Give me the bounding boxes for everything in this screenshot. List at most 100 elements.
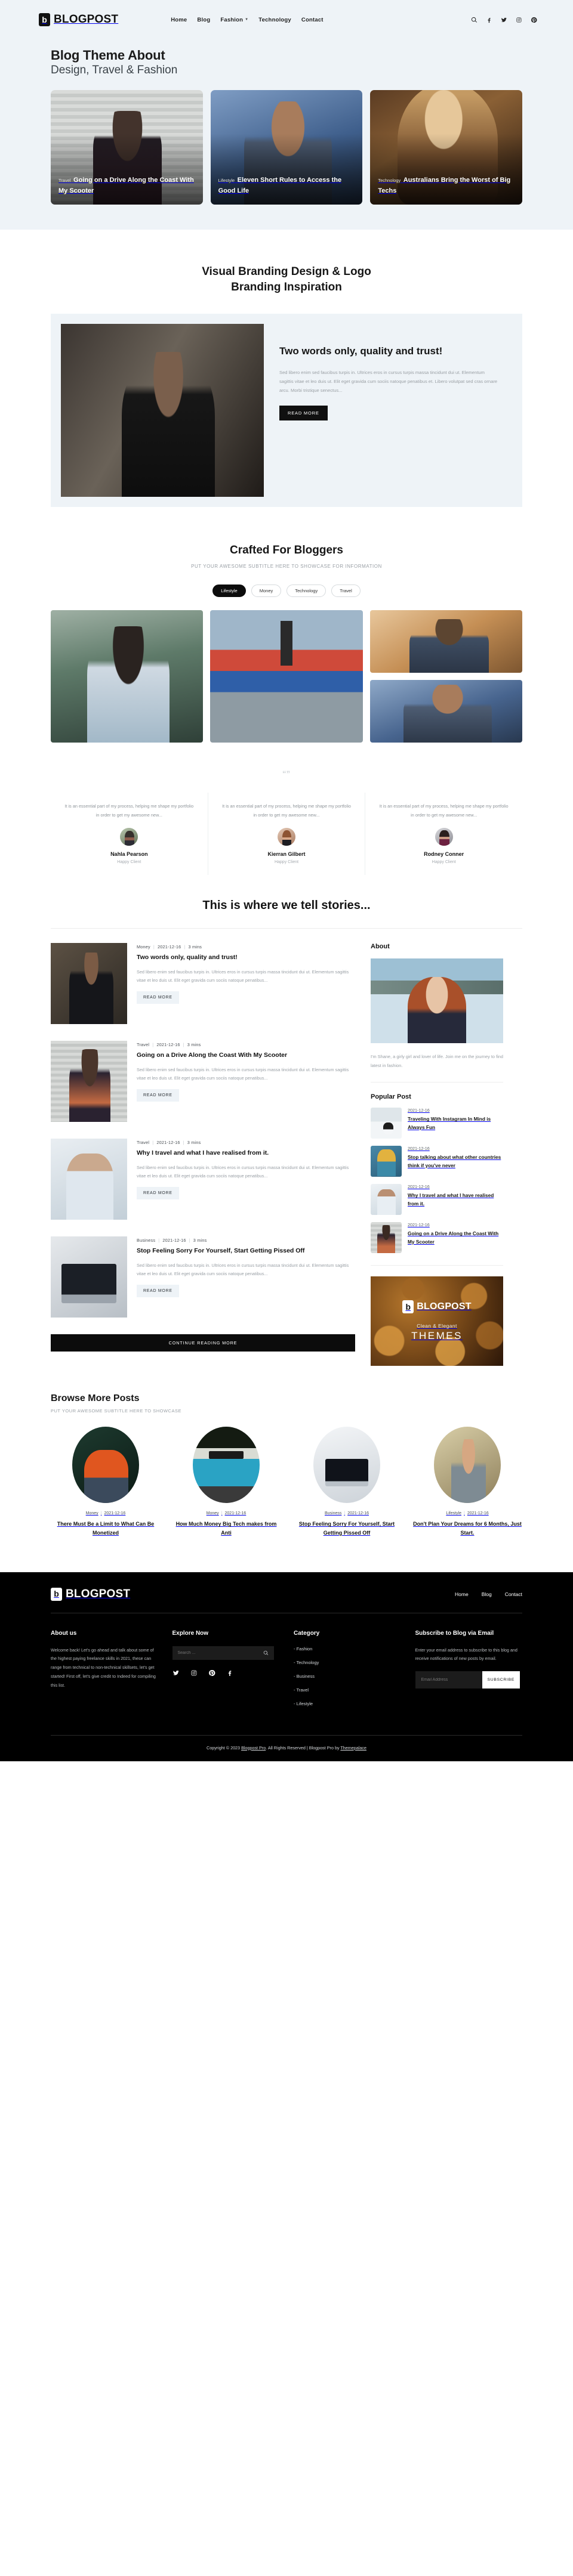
filter-chip-travel[interactable]: Travel (331, 584, 361, 597)
portfolio-gallery (51, 610, 522, 743)
continue-reading-button[interactable]: CONTINUE READING MORE (51, 1334, 355, 1352)
footer-category-item[interactable]: - Lifestyle (294, 1701, 401, 1706)
footer-subscribe-column: Subscribe to Blog via Email Enter your e… (415, 1630, 523, 1715)
visual-branding-section: Visual Branding Design & Logo Branding I… (0, 230, 573, 508)
header-social-links (471, 17, 537, 23)
footer-nav-blog[interactable]: Blog (482, 1591, 492, 1597)
browse-card[interactable]: Lifestyle | 2021-12-16 Don't Plan Your Dre… (412, 1427, 522, 1537)
sidebar: About I'm Shane, a girly girl and lover … (371, 943, 503, 1366)
twitter-icon[interactable] (501, 17, 507, 23)
popular-post-item[interactable]: 2021-12-16 Traveling With Instagram In M… (371, 1108, 503, 1139)
hero-card[interactable]: Travel Going on a Drive Along the Coast … (51, 90, 203, 205)
gallery-item[interactable] (369, 679, 522, 743)
post-thumbnail[interactable] (51, 1041, 127, 1122)
post-excerpt: Sed libero enim sed faucibus turpis in. … (137, 1262, 349, 1277)
feature-heading: Two words only, quality and trust! (279, 345, 443, 357)
filter-chip-technology[interactable]: Technology (286, 584, 326, 597)
popular-post-item[interactable]: 2021-12-16 Going on a Drive Along the Co… (371, 1222, 503, 1254)
hero-subtitle: Design, Travel & Fashion (51, 64, 178, 76)
post-category[interactable]: Travel (137, 1140, 149, 1145)
facebook-icon[interactable] (226, 1669, 233, 1677)
hero-card[interactable]: Technology Australians Bring the Worst o… (370, 90, 523, 205)
testimonial-quote: It is an essential part of my process, h… (379, 803, 509, 818)
post-thumbnail[interactable] (51, 943, 127, 1025)
search-icon[interactable] (263, 1650, 269, 1656)
facebook-icon[interactable] (486, 17, 492, 23)
post-thumbnail[interactable] (51, 1139, 127, 1220)
filter-chip-lifestyle[interactable]: Lifestyle (212, 584, 246, 597)
nav-item-fashion[interactable]: Fashion ▼ (220, 17, 248, 23)
popular-post-item[interactable]: 2021-12-16 Stop talking about what other… (371, 1146, 503, 1177)
post-title[interactable]: Going on a Drive Along the Coast With My… (137, 1051, 355, 1060)
footer-nav-home[interactable]: Home (455, 1591, 469, 1597)
gallery-item[interactable] (210, 610, 363, 743)
post-category[interactable]: Travel (137, 1042, 149, 1047)
nav-item-contact[interactable]: Contact (301, 17, 324, 23)
browse-card[interactable]: Money | 2021-12-16 How Much Money Big Tech… (171, 1427, 281, 1537)
post-category[interactable]: Business (137, 1238, 155, 1243)
post-title[interactable]: Two words only, quality and trust! (137, 953, 355, 963)
hero-card-category: Technology (378, 177, 401, 183)
gallery-item[interactable] (369, 610, 522, 673)
popular-post-item[interactable]: 2021-12-16 Why I travel and what I have … (371, 1184, 503, 1216)
testimonial-list: It is an essential part of my process, h… (51, 792, 522, 876)
twitter-icon[interactable] (172, 1669, 180, 1677)
pinterest-icon[interactable] (531, 17, 537, 23)
promo-banner[interactable]: b BLOGPOST Clean & Elegant THEMES (371, 1276, 503, 1366)
hero-card-category: Travel (58, 177, 71, 183)
post-read-more-button[interactable]: READ MORE (137, 1089, 179, 1102)
post-list: Money | 2021-12-16 | 3 mins Two words only, … (51, 943, 355, 1352)
browse-card-title: Stop Feeling Sorry For Yourself, Start G… (298, 1521, 395, 1536)
post-thumbnail[interactable] (51, 1236, 127, 1318)
popular-post-date: 2021-12-16 (408, 1184, 430, 1190)
nav-item-home[interactable]: Home (171, 17, 187, 23)
post-read-more-button[interactable]: READ MORE (137, 1187, 179, 1200)
footer-about-heading: About us (51, 1629, 77, 1637)
post-read-more-button[interactable]: READ MORE (137, 991, 179, 1004)
footer-category-item[interactable]: - Technology (294, 1660, 401, 1665)
browse-card[interactable]: Business | 2021-12-16 Stop Feeling Sorry F… (292, 1427, 402, 1537)
site-logo[interactable]: b BLOGPOST (39, 13, 118, 26)
popular-post-title: Traveling With Instagram In Mind is Alwa… (408, 1116, 491, 1130)
crafted-subtitle: PUT YOUR AWESOME SUBTITLE HERE TO SHOWCA… (191, 563, 382, 569)
instagram-icon[interactable] (190, 1669, 198, 1677)
promo-subtitle: Clean & Elegant (417, 1323, 457, 1329)
gallery-item[interactable] (51, 610, 204, 743)
filter-chip-money[interactable]: Money (251, 584, 282, 597)
stories-title: This is where we tell stories... (202, 899, 371, 913)
testimonials-section: “” It is an essential part of my process… (0, 743, 573, 876)
post-read-time: 3 mins (193, 1238, 207, 1244)
footer-navigation: Home Blog Contact (455, 1591, 522, 1597)
post-read-more-button[interactable]: READ MORE (137, 1285, 179, 1298)
post-item: Travel | 2021-12-16 | 3 mins Going on a Driv… (51, 1041, 355, 1122)
pinterest-icon[interactable] (208, 1669, 215, 1677)
copyright-middle: . All Rights Reserved | Blogpost Pro by (266, 1745, 341, 1751)
footer-category-item[interactable]: - Travel (294, 1687, 401, 1693)
post-title[interactable]: Stop Feeling Sorry For Yourself, Start G… (137, 1247, 355, 1256)
email-field[interactable] (415, 1671, 482, 1689)
copyright-link-blogpost[interactable]: Blogpost Pro (241, 1745, 266, 1751)
footer-subscribe-text: Enter your email address to subscribe to… (415, 1647, 517, 1662)
browse-card-image (434, 1427, 501, 1504)
post-category[interactable]: Money (137, 944, 150, 950)
search-icon[interactable] (471, 17, 478, 23)
feature-read-more-button[interactable]: READ MORE (279, 406, 328, 421)
browse-card-list: Money | 2021-12-16 There Must Be a Limit t… (51, 1427, 522, 1537)
post-read-time: 3 mins (187, 1042, 201, 1048)
hero-card[interactable]: Lifestyle Eleven Short Rules to Access t… (210, 90, 363, 205)
feature-image (61, 324, 264, 497)
instagram-icon[interactable] (516, 17, 522, 23)
copyright-link-themepalace[interactable]: Themepalace (340, 1745, 366, 1751)
footer-logo[interactable]: b BLOGPOST (51, 1587, 130, 1601)
footer-category-item[interactable]: - Fashion (294, 1646, 401, 1652)
footer-category-heading: Category (294, 1629, 320, 1637)
subscribe-button[interactable]: SUBSCRIBE (482, 1671, 520, 1689)
browse-card[interactable]: Money | 2021-12-16 There Must Be a Limit t… (51, 1427, 161, 1537)
nav-item-blog[interactable]: Blog (197, 17, 210, 23)
footer-category-item[interactable]: - Business (294, 1674, 401, 1679)
footer-search-box[interactable] (172, 1646, 274, 1660)
footer-nav-contact[interactable]: Contact (505, 1591, 522, 1597)
footer-search-input[interactable] (177, 1650, 263, 1655)
post-title[interactable]: Why I travel and what I have realised fr… (137, 1149, 355, 1158)
nav-item-technology[interactable]: Technology (258, 17, 291, 23)
